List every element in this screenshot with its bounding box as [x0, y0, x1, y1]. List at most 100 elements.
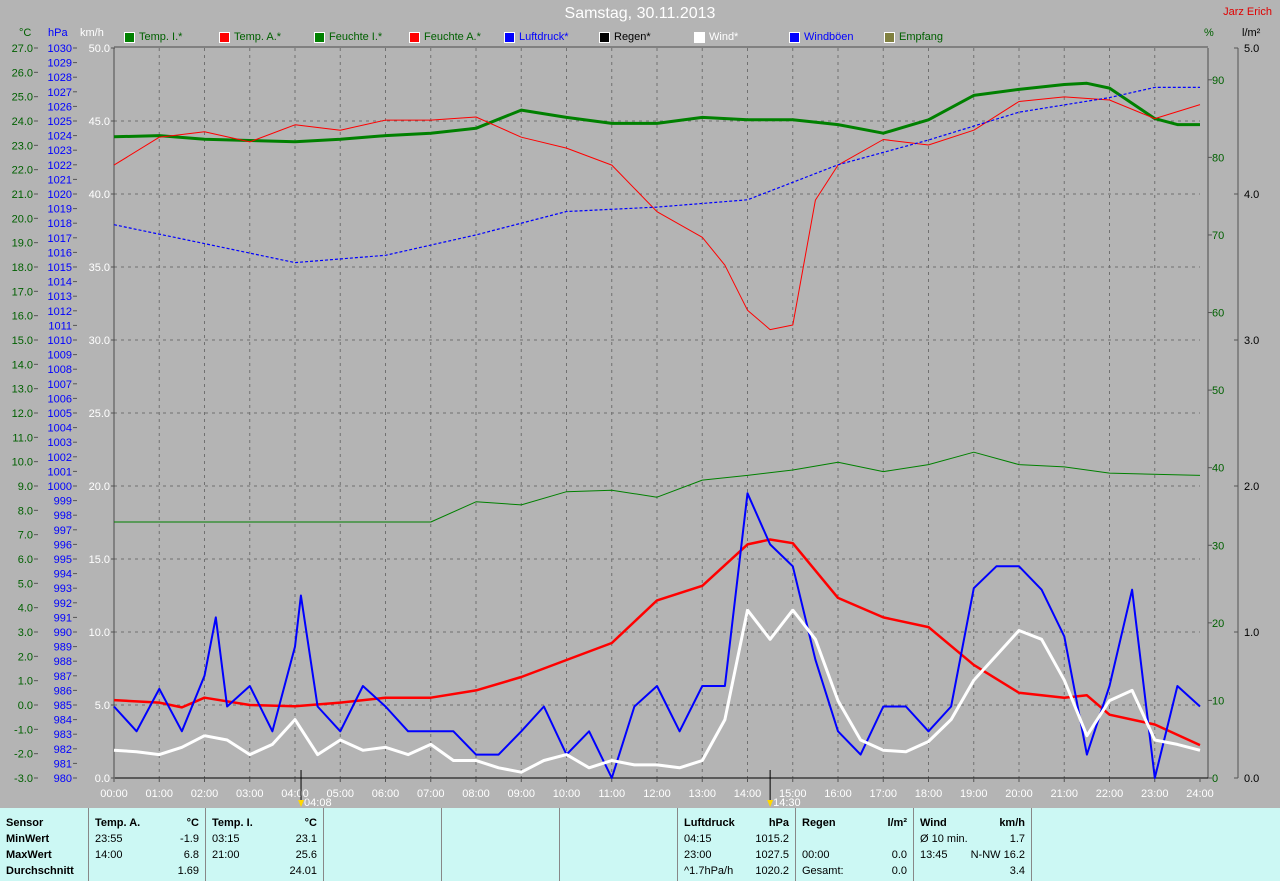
temp-i-unit: °C: [304, 817, 317, 829]
temp-unit: °C: [19, 27, 32, 39]
pressure-axis-tick-label: 1023: [48, 145, 72, 157]
wind-max-time: 13:45: [920, 849, 948, 861]
wind-axis-tick-label: 50.0: [89, 43, 110, 55]
x-axis-tick-label: 22:00: [1096, 788, 1124, 800]
pressure-axis-tick-label: 991: [54, 612, 72, 624]
x-axis-tick-label: 13:00: [688, 788, 716, 800]
temp-axis-tick-label: 18.0: [12, 262, 33, 274]
temp-a-max-time: 14:00: [95, 849, 123, 861]
wind-axis-tick-label: 45.0: [89, 116, 110, 128]
pressure-axis-tick-label: 981: [54, 758, 72, 770]
temp-a-min-time: 23:55: [95, 833, 123, 845]
legend-label: Feuchte A.*: [424, 31, 481, 43]
temp-axis-tick-label: 11.0: [12, 432, 33, 444]
pressure-axis-tick-label: 987: [54, 671, 72, 683]
rain-axis-tick-label: 3.0: [1244, 335, 1259, 347]
temp-axis-tick-label: 22.0: [12, 165, 33, 177]
humidity-axis-tick-label: 30: [1212, 540, 1224, 552]
humidity-axis-tick-label: 60: [1212, 308, 1224, 320]
x-axis-tick-label: 08:00: [462, 788, 490, 800]
humidity-axis-tick-label: 50: [1212, 385, 1224, 397]
temp-axis-tick-label: 7.0: [18, 530, 33, 542]
pressure-axis-tick-label: 1019: [48, 204, 72, 216]
pressure-axis-tick-label: 1004: [48, 423, 72, 435]
pressure-axis-tick-label: 988: [54, 656, 72, 668]
rain-axis-tick-label: 5.0: [1244, 43, 1259, 55]
wind-axis-tick-label: 15.0: [89, 554, 110, 566]
temp-axis-tick-label: 21.0: [12, 189, 33, 201]
rain-total-label: Gesamt:: [802, 865, 844, 877]
wind-axis-tick-label: 25.0: [89, 408, 110, 420]
temp-axis-tick-label: 15.0: [12, 335, 33, 347]
legend-swatch: [599, 31, 610, 43]
temp-i-avg: 24.01: [289, 865, 317, 877]
legend-item: Temp. I.*: [124, 31, 182, 43]
pressure-axis-tick-label: 997: [54, 525, 72, 537]
temp-axis-tick-label: 19.0: [12, 238, 33, 250]
temp-axis-tick-label: 2.0: [18, 651, 33, 663]
temp-axis-tick-label: 24.0: [12, 116, 33, 128]
legend-swatch: [124, 31, 135, 43]
x-axis-tick-label: 18:00: [915, 788, 943, 800]
rain-axis-tick-label: 0.0: [1244, 773, 1259, 785]
legend-label: Empfang: [899, 31, 944, 43]
pressure-axis-tick-label: 1029: [48, 58, 72, 70]
legend-label: Feuchte I.*: [329, 31, 383, 43]
pressure-axis-tick-label: 1018: [48, 218, 72, 230]
pressure-axis-tick-label: 1000: [48, 481, 72, 493]
pressure-axis-tick-label: 1007: [48, 379, 72, 391]
stats-wind-col: Wind km/h Ø 10 min. 1.7 13:45 N-NW 16.2 3.4: [913, 808, 1031, 881]
wind-avg-label: Ø 10 min.: [920, 833, 968, 845]
pressure-axis-tick-label: 1003: [48, 437, 72, 449]
rain-unit: l/m²: [1242, 27, 1261, 39]
temp-a-min: -1.9: [180, 833, 199, 845]
pressure-trend: ^1.7hPa/h: [684, 865, 734, 877]
rain-total: 0.0: [891, 865, 907, 877]
temp-axis-tick-label: 27.0: [12, 43, 33, 55]
x-axis-tick-label: 14:00: [734, 788, 762, 800]
x-axis-tick-label: 03:00: [236, 788, 264, 800]
pressure-max: 1027.5: [755, 849, 789, 861]
legend-label: Temp. A.*: [234, 31, 282, 43]
legend-item: Temp. A.*: [219, 31, 281, 43]
pressure-axis-tick-label: 982: [54, 744, 72, 756]
temp-axis-tick-label: 0.0: [18, 700, 33, 712]
author-label: Jarz Erich: [1223, 6, 1272, 18]
chart-title: Samstag, 30.11.2013: [564, 5, 716, 22]
pressure-axis-tick-label: 1005: [48, 408, 72, 420]
wind-unit-label: km/h: [999, 817, 1025, 829]
x-axis-tick-label: 12:00: [643, 788, 671, 800]
temp-axis-tick-label: -1.0: [14, 724, 33, 736]
humidity-axis-tick-label: 10: [1212, 695, 1224, 707]
x-axis-tick-label: 09:00: [507, 788, 535, 800]
pressure-axis-tick-label: 980: [54, 773, 72, 785]
pressure-header: Luftdruck: [684, 817, 735, 829]
pressure-axis-tick-label: 995: [54, 554, 72, 566]
rain-time: 00:00: [802, 849, 830, 861]
temp-axis-tick-label: 10.0: [12, 457, 33, 469]
temp-axis-tick-label: 3.0: [18, 627, 33, 639]
pressure-axis-tick-label: 1002: [48, 452, 72, 464]
wind-day-avg: 3.4: [1009, 865, 1025, 877]
wind-axis-tick-label: 40.0: [89, 189, 110, 201]
temp-i-min: 23.1: [295, 833, 317, 845]
stats-min-label: MinWert: [6, 833, 50, 845]
x-axis-tick-label: 11:00: [598, 788, 625, 800]
rain-axis-tick-label: 1.0: [1244, 627, 1259, 639]
temp-axis-tick-label: 17.0: [12, 286, 33, 298]
rain-axis-tick-label: 2.0: [1244, 481, 1259, 493]
weather-chart: -3.0 -2.0 -1.0 0.0 1.0 2.0 3.0 4.0 5.0 6.0 7.0 8.0 9…: [12, 43, 1260, 808]
temp-a-avg: 1.69: [177, 865, 199, 877]
legend-swatch: [314, 31, 325, 43]
temp-axis-tick-label: 4.0: [18, 603, 33, 615]
temp-axis-tick-label: 14.0: [12, 359, 33, 371]
wind-axis-tick-label: 0.0: [95, 773, 110, 785]
stats-max-label: MaxWert: [6, 849, 52, 861]
pressure-axis-tick-label: 1011: [48, 320, 72, 332]
temp-i-max-time: 21:00: [212, 849, 240, 861]
pressure-axis-tick-label: 985: [54, 700, 72, 712]
humidity-axis-tick-label: 40: [1212, 463, 1224, 475]
x-axis-tick-label: 01:00: [145, 788, 173, 800]
legend-label: Temp. I.*: [139, 31, 183, 43]
rain-value: 0.0: [891, 849, 907, 861]
